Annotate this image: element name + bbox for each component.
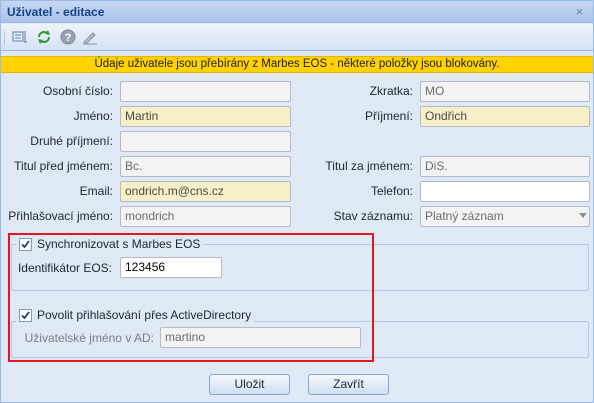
- prihlasovaci-jmeno-label: Přihlašovací jméno:: [8, 209, 113, 223]
- telefon-label: Telefon:: [370, 184, 413, 198]
- titul-za-field[interactable]: DiS.: [420, 156, 590, 177]
- properties-icon[interactable]: [11, 28, 29, 46]
- user-edit-window: Uživatel - editace × ? Údaje uživatele j…: [0, 0, 594, 403]
- window-titlebar[interactable]: Uživatel - editace ×: [1, 1, 593, 23]
- jmeno-field[interactable]: Martin: [120, 106, 291, 127]
- osobni-cislo-field[interactable]: [120, 81, 291, 102]
- edit-icon[interactable]: [81, 28, 99, 46]
- prihlasovaci-jmeno-field[interactable]: mondrich: [120, 206, 291, 227]
- zkratka-label: Zkratka:: [369, 84, 413, 98]
- close-button[interactable]: Zavřít: [308, 374, 389, 395]
- stav-zaznamu-label: Stav záznamu:: [333, 209, 413, 223]
- active-directory-legend[interactable]: Povolit přihlašování přes ActiveDirector…: [16, 308, 255, 322]
- ad-username-label: Uživatelské jméno v AD:: [24, 331, 154, 345]
- identifikator-eos-field[interactable]: 123456: [120, 257, 222, 278]
- ad-username-field[interactable]: martino: [160, 327, 361, 348]
- titul-za-label: Titul za jménem:: [325, 159, 413, 173]
- email-label: Email:: [79, 184, 113, 198]
- identifikator-eos-label: Identifikátor EOS:: [17, 261, 112, 275]
- email-field[interactable]: ondrich.m@cns.cz: [120, 181, 291, 202]
- druhe-prijmeni-field[interactable]: [120, 131, 291, 152]
- active-directory-checkbox[interactable]: [19, 308, 32, 322]
- titul-pred-field[interactable]: Bc.: [120, 156, 291, 177]
- save-button[interactable]: Uložit: [209, 374, 290, 395]
- sync-eos-label: Synchronizovat s Marbes EOS: [37, 237, 201, 251]
- prijmeni-field[interactable]: Ondřich: [420, 106, 590, 127]
- toolbar: ?: [1, 24, 593, 51]
- jmeno-label: Jméno:: [73, 109, 113, 123]
- toolbar-grip: [4, 30, 6, 45]
- osobni-cislo-label: Osobní číslo:: [42, 84, 113, 98]
- stav-zaznamu-select[interactable]: Platný záznam: [420, 206, 590, 227]
- svg-text:?: ?: [65, 32, 72, 44]
- refresh-icon[interactable]: [35, 28, 53, 46]
- info-notice: Údaje uživatele jsou přebírány z Marbes …: [1, 56, 593, 73]
- titul-pred-label: Titul před jménem:: [14, 159, 113, 173]
- help-icon[interactable]: ?: [59, 28, 77, 46]
- prijmeni-label: Příjmení:: [364, 109, 413, 123]
- window-title: Uživatel - editace: [7, 5, 105, 19]
- chevron-down-icon[interactable]: [579, 213, 587, 218]
- sync-eos-checkbox[interactable]: [19, 237, 32, 251]
- stav-zaznamu-value: Platný záznam: [425, 209, 504, 223]
- druhe-prijmeni-label: Druhé příjmení:: [30, 134, 113, 148]
- sync-eos-legend[interactable]: Synchronizovat s Marbes EOS: [16, 237, 204, 251]
- close-icon[interactable]: ×: [572, 4, 587, 19]
- zkratka-field[interactable]: MO: [420, 81, 590, 102]
- telefon-field[interactable]: [420, 181, 590, 202]
- active-directory-label: Povolit přihlašování přes ActiveDirector…: [37, 308, 252, 322]
